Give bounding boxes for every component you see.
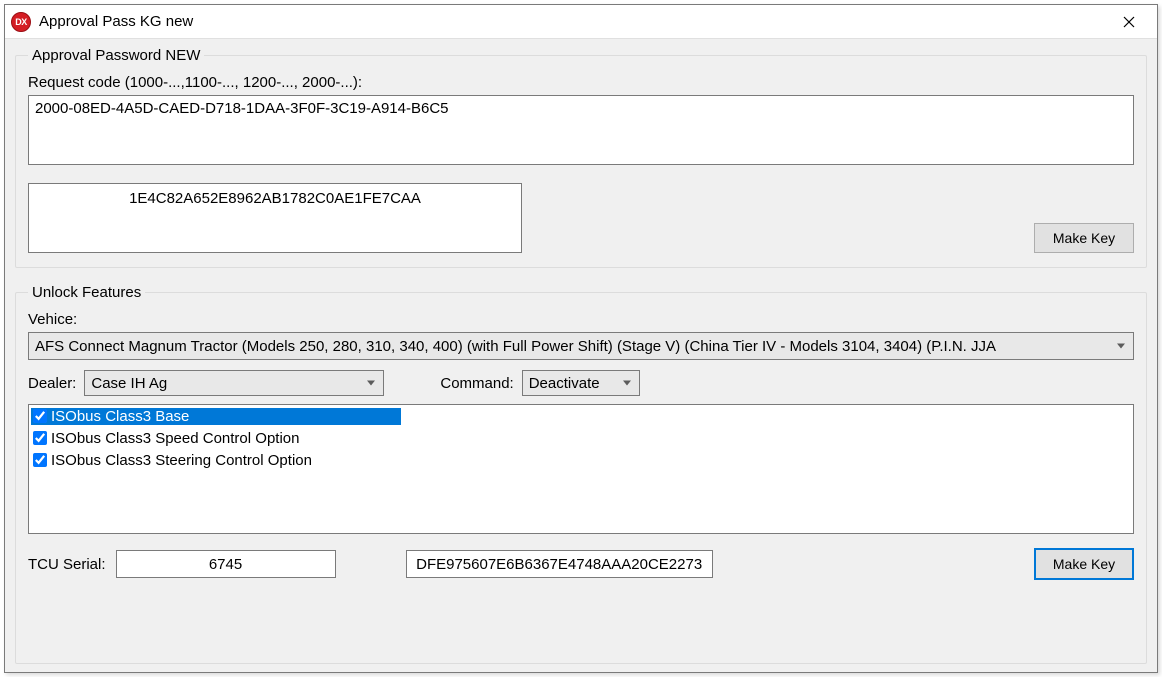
tcu-key-output[interactable] <box>406 550 713 578</box>
feature-checkbox[interactable] <box>33 453 47 467</box>
features-listbox[interactable]: ISObus Class3 Base ISObus Class3 Speed Co… <box>28 404 1134 534</box>
approval-password-legend: Approval Password NEW <box>28 47 204 64</box>
make-key-button-bottom[interactable]: Make Key <box>1034 548 1134 580</box>
app-icon: DX <box>11 12 31 32</box>
dealer-select-value: Case IH Ag <box>91 375 167 392</box>
feature-label: ISObus Class3 Speed Control Option <box>49 430 301 447</box>
feature-label: ISObus Class3 Steering Control Option <box>49 452 314 469</box>
feature-label: ISObus Class3 Base <box>49 408 191 425</box>
vehicle-select-value: AFS Connect Magnum Tractor (Models 250, … <box>35 338 996 355</box>
unlock-features-group: Unlock Features Vehice: AFS Connect Magn… <box>15 284 1147 664</box>
feature-checkbox[interactable] <box>33 431 47 445</box>
command-select-value: Deactivate <box>529 375 600 392</box>
tcu-serial-label: TCU Serial: <box>28 556 106 573</box>
command-label: Command: <box>440 375 513 392</box>
make-key-button-top[interactable]: Make Key <box>1034 223 1134 253</box>
list-item[interactable]: ISObus Class3 Speed Control Option <box>29 427 1133 449</box>
list-item[interactable]: ISObus Class3 Steering Control Option <box>29 449 1133 471</box>
command-select[interactable]: Deactivate <box>522 370 640 396</box>
close-button[interactable] <box>1107 7 1151 37</box>
window-title: Approval Pass KG new <box>39 13 1107 30</box>
dealer-label: Dealer: <box>28 375 76 392</box>
vehicle-label: Vehice: <box>28 311 1134 328</box>
list-item[interactable]: ISObus Class3 Base <box>29 405 1133 427</box>
request-code-input[interactable] <box>28 95 1134 165</box>
client-area: Approval Password NEW Request code (1000… <box>5 39 1157 672</box>
feature-checkbox[interactable] <box>33 409 47 423</box>
unlock-features-legend: Unlock Features <box>28 284 145 301</box>
dealer-select[interactable]: Case IH Ag <box>84 370 384 396</box>
close-icon <box>1123 16 1135 28</box>
titlebar: DX Approval Pass KG new <box>5 5 1157 39</box>
generated-key-output: 1E4C82A652E8962AB1782C0AE1FE7CAA <box>28 183 522 253</box>
vehicle-select[interactable]: AFS Connect Magnum Tractor (Models 250, … <box>28 332 1134 360</box>
request-code-label: Request code (1000-...,1100-..., 1200-..… <box>28 74 1134 91</box>
app-window: DX Approval Pass KG new Approval Passwor… <box>4 4 1158 673</box>
tcu-serial-input[interactable] <box>116 550 336 578</box>
approval-password-group: Approval Password NEW Request code (1000… <box>15 47 1147 268</box>
